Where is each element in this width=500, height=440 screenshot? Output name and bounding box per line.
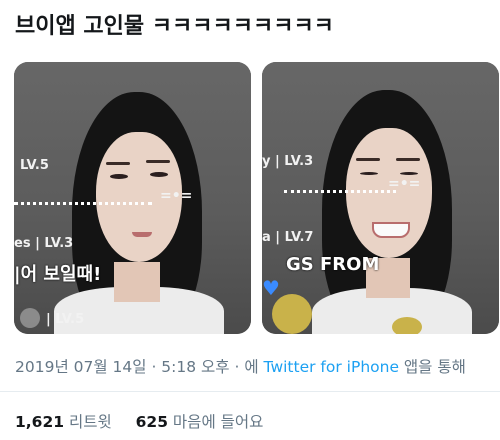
tweet-text: 브이앱 고인물 ㅋㅋㅋㅋㅋㅋㅋㅋㅋ xyxy=(15,14,334,39)
face-marker-text: =•= xyxy=(160,188,193,204)
dotted-guide-line xyxy=(14,202,152,205)
eyebrow-left xyxy=(106,162,130,165)
mouth-shape xyxy=(132,232,152,237)
likes-stat[interactable]: 625 마음에 들어요 xyxy=(136,413,264,431)
divider xyxy=(0,391,500,392)
subtitle-text: GS FROM xyxy=(286,254,380,275)
tweet-image-left[interactable]: =•= LV.5 es | LV.3 |어 보일때! | LV.5 xyxy=(14,62,251,334)
eyebrow-left xyxy=(356,158,380,161)
level-label-bottom: | LV.5 xyxy=(46,312,85,327)
level-label-mid: es | LV.3 xyxy=(14,236,74,251)
yellow-accent-shape xyxy=(392,317,422,334)
source-suffix: 앱을 통해 xyxy=(403,358,466,376)
eyebrow-right xyxy=(396,158,420,161)
tweet-meta: 2019년 07월 14일 · 5:18 오후 · 에 Twitter for … xyxy=(15,355,466,377)
dotted-guide-line xyxy=(284,190,396,193)
level-label-mid: a | LV.7 xyxy=(262,230,314,245)
eye-right xyxy=(150,172,168,177)
face-shape xyxy=(346,128,432,258)
yellow-accent-shape xyxy=(272,294,312,334)
likes-count: 625 xyxy=(135,413,168,431)
level-label-top: LV.5 xyxy=(20,158,49,173)
retweets-count: 1,621 xyxy=(15,413,65,431)
eyebrow-right xyxy=(146,160,170,163)
eye-right xyxy=(400,172,418,175)
neck-shape xyxy=(114,262,160,302)
tweet-stats: 1,621 리트윗 625 마음에 들어요 xyxy=(15,410,263,432)
blue-heart-icon: ♥ xyxy=(262,276,280,300)
face-marker-text: =•= xyxy=(388,176,421,192)
subtitle-text: |어 보일때! xyxy=(14,264,102,285)
retweets-label: 리트윗 xyxy=(68,413,112,431)
likes-label: 마음에 들어요 xyxy=(172,413,264,431)
mouth-shape xyxy=(372,222,410,238)
source-link[interactable]: Twitter for iPhone xyxy=(264,358,399,376)
channel-logo-icon xyxy=(20,308,40,328)
tweet-image-right[interactable]: =•= y | LV.3 a | LV.7 GS FROM ♥ xyxy=(262,62,499,334)
level-label-top: y | LV.3 xyxy=(262,154,314,169)
eye-left xyxy=(360,172,378,175)
eye-left xyxy=(110,174,128,179)
retweets-stat[interactable]: 1,621 리트윗 xyxy=(15,413,112,431)
tweet-datetime[interactable]: 2019년 07월 14일 · 5:18 오후 · 에 xyxy=(15,358,259,376)
